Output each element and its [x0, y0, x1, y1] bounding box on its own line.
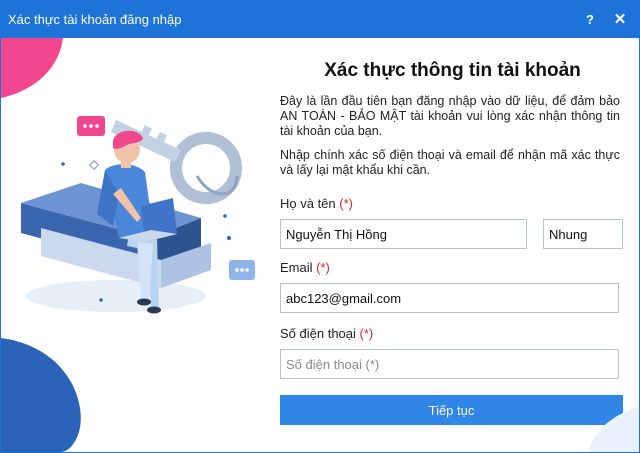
phone-input[interactable] — [280, 349, 619, 379]
email-input[interactable] — [280, 283, 619, 313]
intro-text: Đây là lần đầu tiên bạn đăng nhập vào dữ… — [280, 94, 620, 138]
given-name-input[interactable] — [543, 219, 623, 249]
close-button[interactable]: ✕ — [610, 9, 630, 29]
illustration — [1, 38, 271, 452]
required-mark: (*) — [359, 326, 374, 341]
fullname-label-text: Họ và tên — [280, 196, 336, 211]
user-with-laptop-illustration — [1, 38, 255, 452]
email-label-text: Email — [280, 260, 313, 275]
required-mark: (*) — [339, 196, 353, 211]
required-mark: (*) — [316, 260, 330, 275]
title-bar: Xác thực tài khoản đăng nhập ? ✕ — [0, 0, 640, 38]
email-label: Email (*) — [280, 260, 330, 275]
form-heading: Xác thực thông tin tài khoản — [324, 60, 581, 81]
corner-shape — [589, 407, 639, 452]
instruction-text: Nhập chính xác số điện thoại và email để… — [280, 148, 620, 177]
fullname-label: Họ và tên (*) — [280, 196, 353, 211]
fullname-input[interactable] — [280, 219, 527, 249]
phone-label-text: Số điện thoại — [280, 326, 356, 341]
window-title: Xác thực tài khoản đăng nhập — [8, 11, 182, 27]
decorative-blob — [569, 407, 639, 452]
help-button[interactable]: ? — [580, 9, 600, 29]
phone-label: Số điện thoại (*) — [280, 326, 373, 341]
verification-form: Xác thực thông tin tài khoản Đây là lần … — [280, 38, 625, 452]
